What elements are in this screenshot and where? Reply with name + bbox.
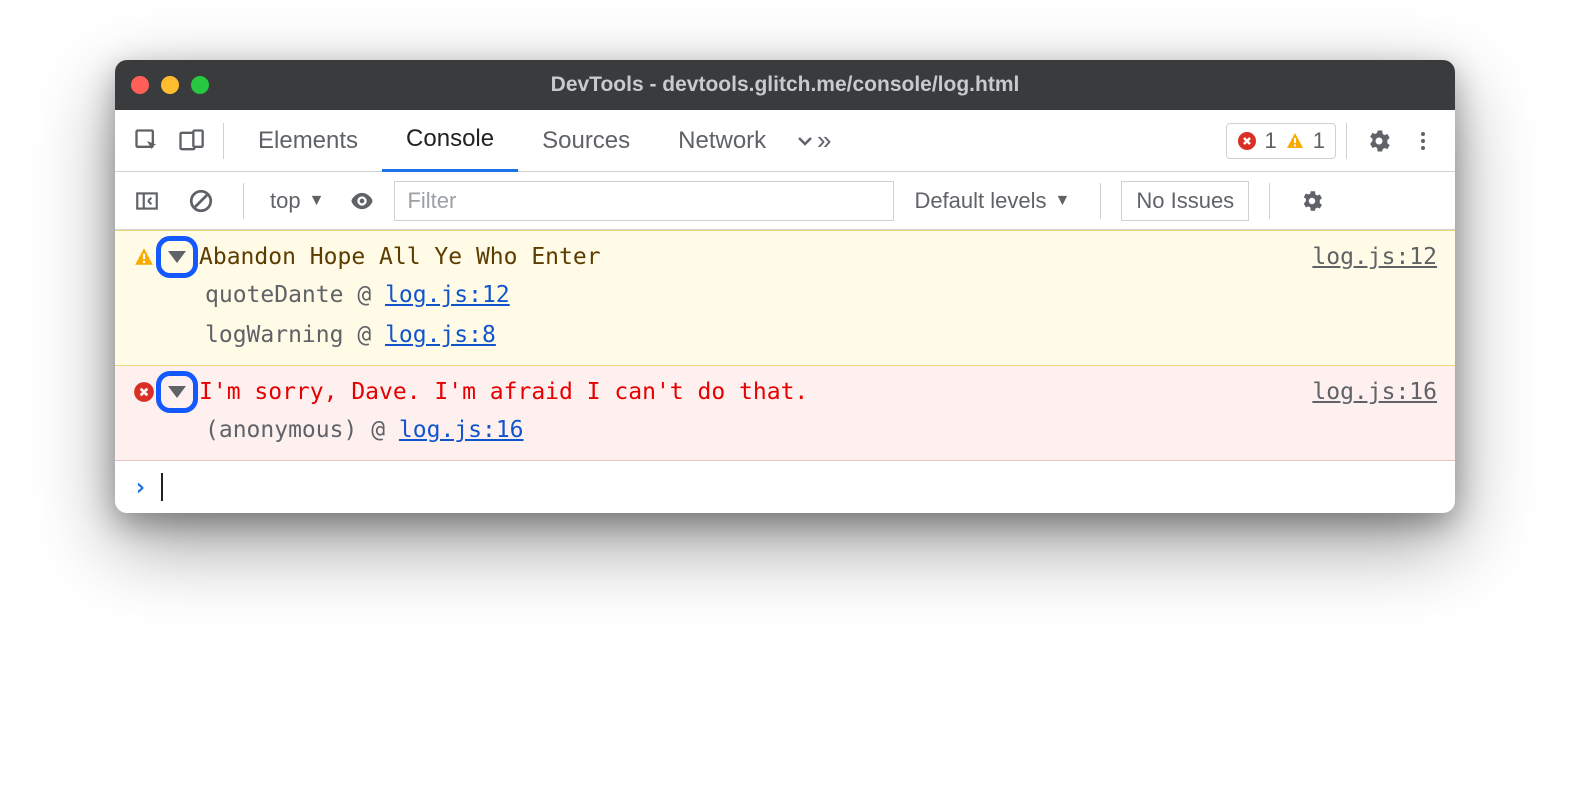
filter-input[interactable] [394, 181, 894, 221]
log-levels-selector[interactable]: Default levels ▼ [904, 188, 1080, 214]
titlebar: DevTools - devtools.glitch.me/console/lo… [115, 60, 1455, 110]
error-count: 1 [1265, 128, 1277, 154]
tab-console[interactable]: Console [382, 110, 518, 172]
error-count-icon [1237, 131, 1257, 151]
stack-frame: logWarning @ log.js:8 [205, 315, 1437, 355]
tab-elements[interactable]: Elements [234, 110, 382, 172]
stack-frame: (anonymous) @ log.js:16 [205, 410, 1437, 450]
log-message: Abandon Hope All Ye Who Enter [199, 239, 1306, 275]
more-tabs-icon[interactable]: » [790, 119, 834, 163]
console-sidebar-toggle-icon[interactable] [125, 179, 169, 223]
highlight-annotation [156, 236, 198, 278]
text-caret [161, 473, 163, 501]
console-toolbar: top ▼ Default levels ▼ No Issues [115, 172, 1455, 230]
divider [223, 123, 224, 159]
device-toolbar-icon[interactable] [169, 119, 213, 163]
prompt-chevron-icon: › [133, 473, 147, 501]
context-label: top [270, 188, 301, 214]
disclosure-toggle[interactable] [161, 376, 193, 408]
console-output: Abandon Hope All Ye Who Enter log.js:12 … [115, 230, 1455, 513]
tab-sources[interactable]: Sources [518, 110, 654, 172]
window-title: DevTools - devtools.glitch.me/console/lo… [115, 73, 1455, 97]
stack-fn: (anonymous) [205, 417, 357, 443]
console-prompt[interactable]: › [115, 461, 1455, 513]
divider [243, 183, 244, 219]
levels-label: Default levels [914, 188, 1046, 214]
kebab-menu-icon[interactable] [1401, 119, 1445, 163]
log-message: I'm sorry, Dave. I'm afraid I can't do t… [199, 374, 1306, 410]
issues-button[interactable]: No Issues [1121, 181, 1249, 221]
inspect-element-icon[interactable] [125, 119, 169, 163]
warning-count: 1 [1313, 128, 1325, 154]
stack-fn: quoteDante [205, 282, 343, 308]
clear-console-icon[interactable] [179, 179, 223, 223]
stack-fn: logWarning [205, 322, 343, 348]
stack-link[interactable]: log.js:12 [385, 282, 510, 308]
stack-link[interactable]: log.js:8 [385, 322, 496, 348]
main-tab-strip: Elements Console Sources Network » 1 1 [115, 110, 1455, 172]
live-expression-icon[interactable] [340, 179, 384, 223]
log-entry-error: I'm sorry, Dave. I'm afraid I can't do t… [115, 366, 1455, 461]
issues-label: No Issues [1136, 188, 1234, 214]
console-settings-icon[interactable] [1290, 179, 1334, 223]
log-source-link[interactable]: log.js:12 [1312, 239, 1437, 275]
divider [1269, 183, 1270, 219]
stack-frame: quoteDante @ log.js:12 [205, 275, 1437, 315]
error-icon [133, 381, 155, 403]
stack-trace: quoteDante @ log.js:12 logWarning @ log.… [133, 275, 1437, 355]
devtools-window: DevTools - devtools.glitch.me/console/lo… [115, 60, 1455, 513]
chevron-down-icon: ▼ [309, 192, 325, 210]
highlight-annotation [156, 371, 198, 413]
settings-icon[interactable] [1357, 119, 1401, 163]
chevron-down-icon: ▼ [1055, 192, 1071, 210]
warning-icon [133, 246, 155, 268]
log-entry-warning: Abandon Hope All Ye Who Enter log.js:12 … [115, 230, 1455, 366]
log-source-link[interactable]: log.js:16 [1312, 374, 1437, 410]
warning-count-icon [1285, 131, 1305, 151]
tab-network[interactable]: Network [654, 110, 790, 172]
stack-link[interactable]: log.js:16 [399, 417, 524, 443]
divider [1100, 183, 1101, 219]
divider [1346, 123, 1347, 159]
disclosure-toggle[interactable] [161, 241, 193, 273]
stack-trace: (anonymous) @ log.js:16 [133, 410, 1437, 450]
context-selector[interactable]: top ▼ [264, 188, 330, 214]
issue-counter[interactable]: 1 1 [1226, 123, 1337, 159]
